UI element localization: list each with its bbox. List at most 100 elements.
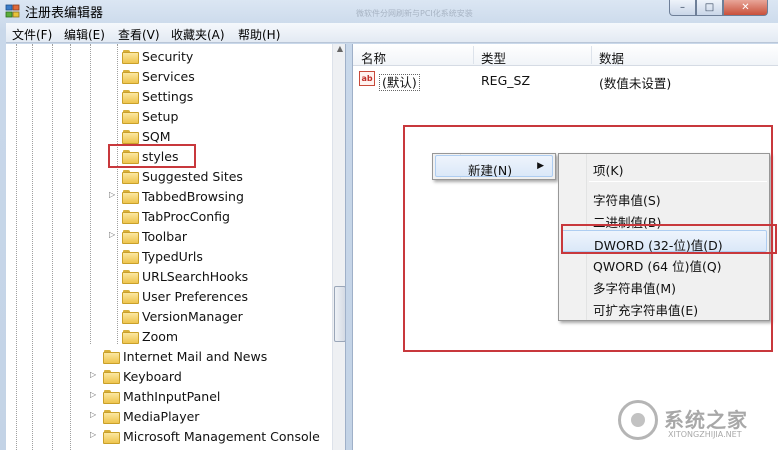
menu-item-binary-value[interactable]: 二进制值(B) <box>561 208 767 230</box>
tree-item[interactable]: VersionManager <box>122 306 243 326</box>
menu-item-expandable-string-value[interactable]: 可扩充字符串值(E) <box>561 296 767 318</box>
tree-item[interactable]: User Preferences <box>122 286 248 306</box>
menu-edit[interactable]: 编辑(E) <box>64 26 105 43</box>
tree-item[interactable]: TabProcConfig <box>122 206 230 226</box>
watermark-url: XITONGZHIJIA.NET <box>668 430 742 439</box>
tree-item-label: Suggested Sites <box>142 168 243 184</box>
menu-item-multi-string-value[interactable]: 多字符串值(M) <box>561 274 767 296</box>
menu-item-dword-value[interactable]: DWORD (32-位)值(D) <box>561 230 767 253</box>
tree-item[interactable]: Keyboard <box>103 366 182 386</box>
menu-file[interactable]: 文件(F) <box>12 26 52 43</box>
menu-item-qword-value[interactable]: QWORD (64 位)值(Q) <box>561 252 767 274</box>
folder-icon <box>122 69 139 84</box>
folder-icon <box>122 189 139 204</box>
menu-item-label: QWORD (64 位)值(Q) <box>593 259 722 274</box>
expand-arrow-icon[interactable]: ▷ <box>90 390 99 399</box>
menu-view[interactable]: 查看(V) <box>118 26 160 43</box>
expand-arrow-icon[interactable]: ▷ <box>90 430 99 439</box>
minimize-button[interactable]: – <box>669 0 696 16</box>
folder-icon <box>122 229 139 244</box>
folder-icon <box>122 269 139 284</box>
tree-item[interactable]: Suggested Sites <box>122 166 243 186</box>
column-header-name[interactable]: 名称 <box>361 48 386 67</box>
tree-scrollbar[interactable]: ▲ <box>332 44 345 450</box>
tree-guide-line <box>52 44 53 450</box>
tree-item[interactable]: Toolbar <box>122 226 187 246</box>
tree-item[interactable]: TypedUrls <box>122 246 203 266</box>
column-header-data[interactable]: 数据 <box>599 48 624 67</box>
folder-icon <box>122 129 139 144</box>
scroll-thumb[interactable] <box>334 286 345 342</box>
menu-item-string-value[interactable]: 字符串值(S) <box>561 186 767 208</box>
tree-item-label: MediaPlayer <box>123 408 200 424</box>
tree-item[interactable]: Internet Mail and News <box>103 346 267 366</box>
tree-item-label: VersionManager <box>142 308 243 324</box>
tree-item[interactable]: Services <box>122 66 195 86</box>
expand-arrow-icon[interactable]: ▷ <box>109 230 118 239</box>
tree-item[interactable]: Setup <box>122 106 178 126</box>
tree-item-label: Services <box>142 68 195 84</box>
tree-item[interactable]: Microsoft Management Console <box>103 426 320 446</box>
folder-icon <box>103 369 120 384</box>
tree-item-label: Toolbar <box>142 228 188 244</box>
tree-item[interactable]: TabbedBrowsing <box>122 186 244 206</box>
menu-separator <box>589 181 767 182</box>
window-title: 注册表编辑器 <box>25 6 104 21</box>
folder-icon <box>122 169 139 184</box>
tree-item-label: Microsoft Management Console <box>123 428 320 444</box>
title-bar: 注册表编辑器 微软件分网刷新与PCI化系统安装 – □ ✕ <box>0 0 778 22</box>
value-name[interactable]: (默认) <box>379 72 420 91</box>
value-type: REG_SZ <box>481 73 531 88</box>
tree-item[interactable]: Zoom <box>122 326 178 346</box>
registry-editor-window: 注册表编辑器 微软件分网刷新与PCI化系统安装 – □ ✕ 文件(F) 编辑(E… <box>0 0 778 450</box>
menu-help[interactable]: 帮助(H) <box>238 26 280 43</box>
column-header-type[interactable]: 类型 <box>481 48 506 67</box>
tree-item-label: TabbedBrowsing <box>142 188 244 204</box>
tree-item[interactable]: MediaPlayer <box>103 406 199 426</box>
tree-item-label: Internet Mail and News <box>123 348 268 364</box>
menu-item-label: 可扩充字符串值(E) <box>593 303 699 318</box>
folder-icon <box>122 329 139 344</box>
folder-icon <box>122 249 139 264</box>
folder-icon <box>122 149 139 164</box>
folder-icon <box>103 389 120 404</box>
tree-guide-line <box>16 44 17 450</box>
tree-item-label: MathInputPanel <box>123 388 221 404</box>
column-separator[interactable] <box>591 46 592 64</box>
value-data: (数值未设置) <box>599 76 672 91</box>
folder-icon <box>122 209 139 224</box>
expand-arrow-icon[interactable]: ▷ <box>90 410 99 419</box>
menu-bar: 文件(F) 编辑(E) 查看(V) 收藏夹(A) 帮助(H) <box>6 23 778 43</box>
folder-icon <box>103 409 120 424</box>
column-separator[interactable] <box>473 46 474 64</box>
tree-item[interactable]: Security <box>122 46 193 66</box>
tree-item-label: Zoom <box>142 328 179 344</box>
tree-item-styles[interactable]: styles <box>122 146 179 166</box>
tree-item-label: Setup <box>142 108 179 124</box>
menu-item-new[interactable]: 新建(N) ▶ <box>435 155 553 178</box>
expand-arrow-icon[interactable]: ▷ <box>109 190 118 199</box>
expand-arrow-icon[interactable]: ▷ <box>90 370 99 379</box>
key-tree-pane[interactable]: Security Services Settings Setup SQM sty… <box>6 44 346 450</box>
value-name-text: (默认) <box>379 74 420 91</box>
tree-item-label: styles <box>142 148 179 164</box>
tree-item[interactable]: Settings <box>122 86 193 106</box>
scroll-up-arrow-icon[interactable]: ▲ <box>333 44 345 58</box>
close-button[interactable]: ✕ <box>723 0 768 16</box>
tree-guide-line <box>70 44 71 450</box>
maximize-button[interactable]: □ <box>696 0 723 16</box>
menu-item-label: 多字符串值(M) <box>593 281 677 296</box>
menu-favorites[interactable]: 收藏夹(A) <box>171 26 225 43</box>
menu-item-label: 项(K) <box>593 163 624 178</box>
tree-item[interactable]: URLSearchHooks <box>122 266 248 286</box>
menu-item-key[interactable]: 项(K) <box>561 156 767 178</box>
tree-item[interactable]: MathInputPanel <box>103 386 220 406</box>
folder-icon <box>122 89 139 104</box>
tree-item-label: URLSearchHooks <box>142 268 249 284</box>
registry-editor-icon <box>5 4 20 18</box>
background-window-text: 微软件分网刷新与PCI化系统安装 <box>356 9 473 18</box>
context-menu: 新建(N) ▶ <box>432 153 556 180</box>
tree-item-label: Settings <box>142 88 194 104</box>
tree-item[interactable]: SQM <box>122 126 171 146</box>
folder-icon <box>103 349 120 364</box>
